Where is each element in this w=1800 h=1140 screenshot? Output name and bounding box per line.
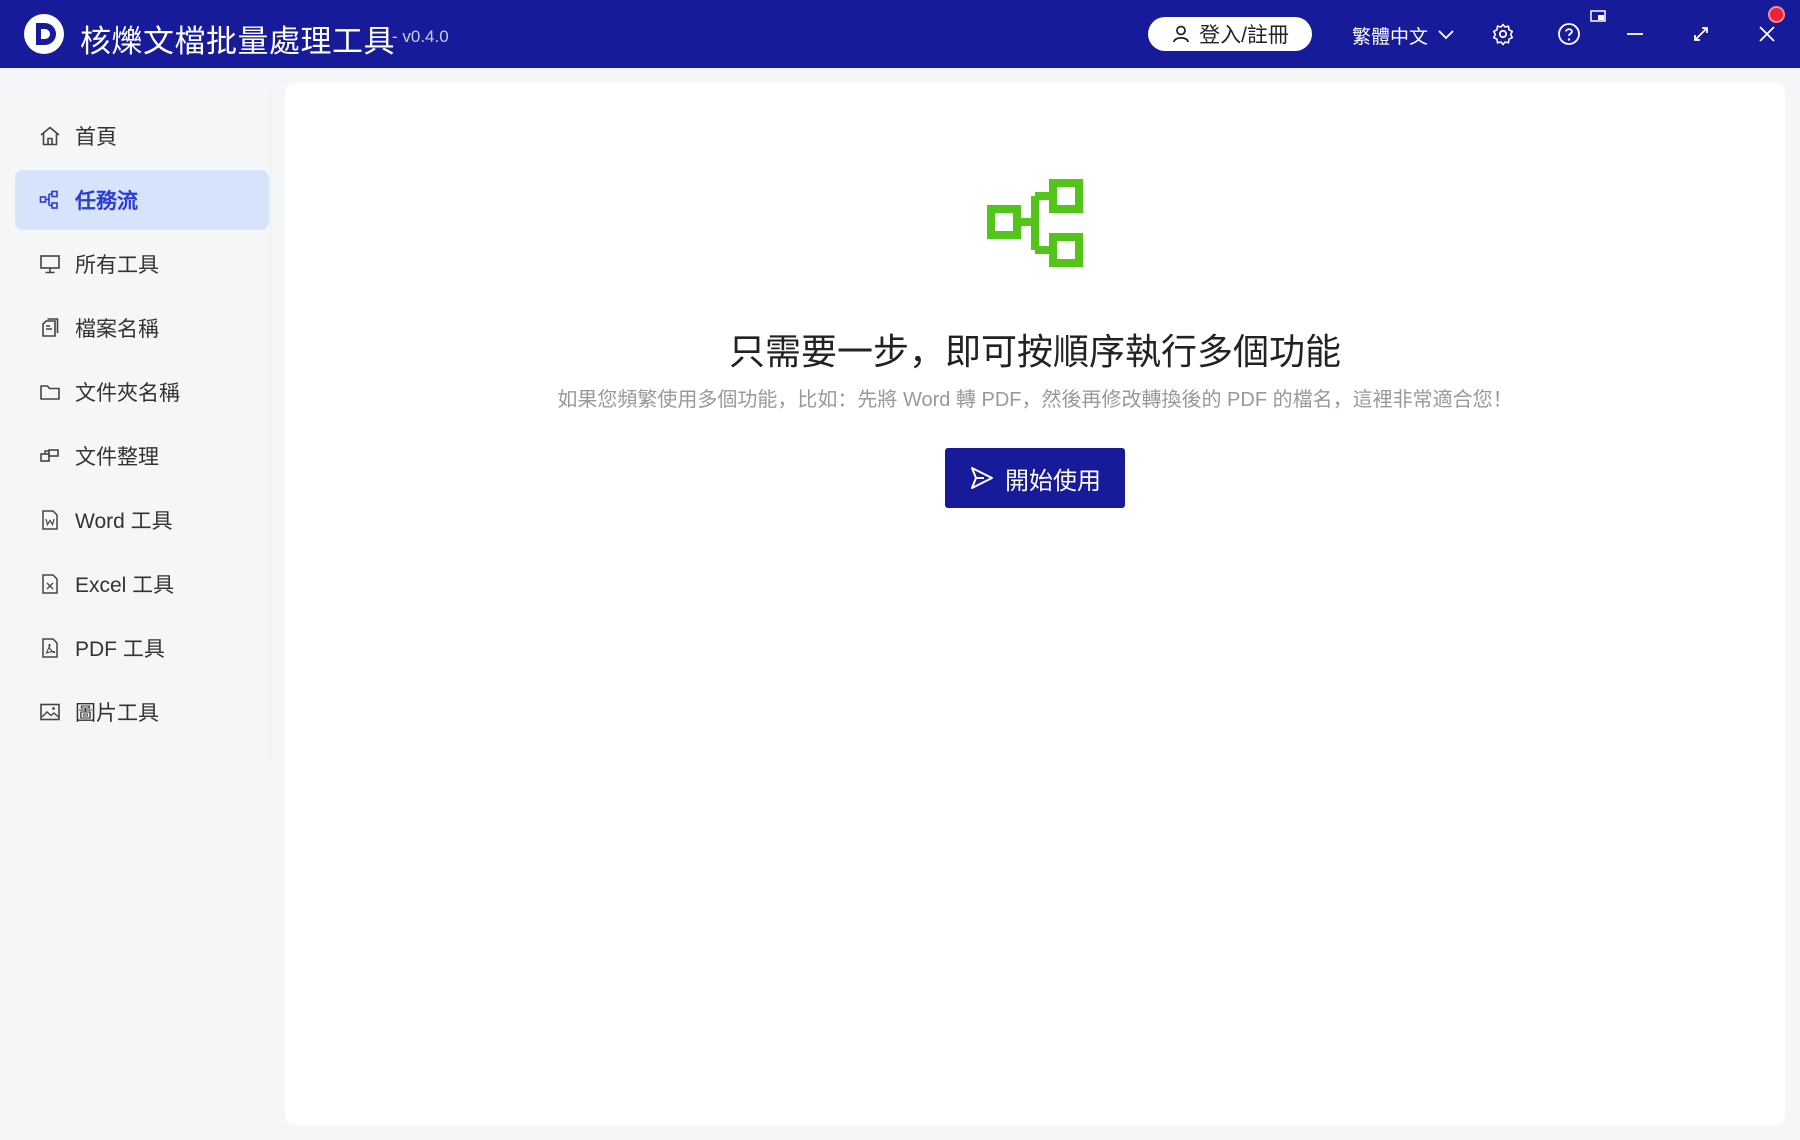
language-label: 繁體中文	[1352, 26, 1429, 48]
app-logo	[24, 14, 64, 54]
close-button[interactable]	[1753, 20, 1781, 48]
sidebar-item-label: Word 工具	[75, 510, 173, 533]
sidebar-item-label: PDF 工具	[75, 638, 165, 661]
sidebar-item-label: 所有工具	[75, 254, 159, 277]
sidebar-item-label: 文件夾名稱	[75, 382, 180, 405]
excel-file-icon	[37, 571, 63, 597]
sidebar-item-file-organize[interactable]: 文件整理	[15, 426, 269, 486]
sidebar-item-label: Excel 工具	[75, 574, 175, 597]
page-headline: 只需要一步，即可按順序執行多個功能	[728, 331, 1341, 372]
sidebar-item-pdf-tools[interactable]: PDF 工具	[15, 618, 269, 678]
home-icon	[37, 123, 63, 149]
start-button[interactable]: 開始使用	[945, 448, 1125, 508]
sidebar-item-label: 首頁	[75, 126, 117, 149]
help-button[interactable]	[1555, 20, 1583, 48]
minimize-button[interactable]	[1621, 20, 1649, 48]
title-bar: 核爍文檔批量處理工具 - v0.4.0 登入/註冊 繁體中文	[0, 0, 1800, 68]
sidebar-item-file-name[interactable]: 檔案名稱	[15, 298, 269, 358]
workflow-icon	[37, 187, 63, 213]
login-button[interactable]: 登入/註冊	[1148, 17, 1312, 51]
chevron-down-icon	[1438, 30, 1454, 40]
mini-window-icon	[1590, 10, 1606, 22]
sidebar-item-label: 任務流	[75, 190, 138, 213]
gear-icon	[1492, 23, 1514, 46]
app-title: 核爍文檔批量處理工具	[80, 24, 395, 59]
send-icon	[971, 467, 993, 489]
sidebar-nav: 首頁 任務流 所有工具 檔案名稱 文件夾名稱 文件整理 Word 工具 Exce…	[0, 90, 270, 760]
word-file-icon	[37, 507, 63, 533]
sidebar-item-label: 檔案名稱	[75, 318, 159, 341]
organize-icon	[37, 443, 63, 469]
sidebar-item-excel-tools[interactable]: Excel 工具	[15, 554, 269, 614]
notification-dot	[1768, 6, 1785, 23]
sidebar-item-home[interactable]: 首頁	[15, 106, 269, 166]
folder-icon	[37, 379, 63, 405]
minimize-icon	[1627, 33, 1643, 35]
main-panel: 只需要一步，即可按順序執行多個功能 如果您頻繁使用多個功能，比如：先將 Word…	[285, 83, 1785, 1125]
sidebar-item-folder-name[interactable]: 文件夾名稱	[15, 362, 269, 422]
page-description: 如果您頻繁使用多個功能，比如：先將 Word 轉 PDF，然後再修改轉換後的 P…	[557, 389, 1513, 411]
close-icon	[1759, 26, 1775, 42]
sidebar-item-label: 文件整理	[75, 446, 159, 469]
login-label: 登入/註冊	[1199, 24, 1289, 47]
pdf-file-icon	[37, 635, 63, 661]
mini-window-button[interactable]	[1588, 6, 1608, 26]
workflow-icon	[987, 179, 1083, 276]
user-icon	[1173, 25, 1189, 43]
expand-icon	[1694, 27, 1708, 41]
help-icon	[1558, 23, 1580, 45]
language-select[interactable]: 繁體中文	[1352, 22, 1454, 48]
sidebar-item-word-tools[interactable]: Word 工具	[15, 490, 269, 550]
sidebar-item-all-tools[interactable]: 所有工具	[15, 234, 269, 294]
start-label: 開始使用	[1005, 467, 1101, 495]
sidebar-item-image-tools[interactable]: 圖片工具	[15, 682, 269, 742]
image-icon	[37, 699, 63, 725]
sidebar-item-label: 圖片工具	[75, 702, 159, 725]
maximize-button[interactable]	[1687, 20, 1715, 48]
settings-button[interactable]	[1489, 20, 1517, 48]
monitor-icon	[37, 251, 63, 277]
app-version: - v0.4.0	[392, 27, 449, 46]
file-copy-icon	[37, 315, 63, 341]
sidebar-item-workflow[interactable]: 任務流	[15, 170, 269, 230]
